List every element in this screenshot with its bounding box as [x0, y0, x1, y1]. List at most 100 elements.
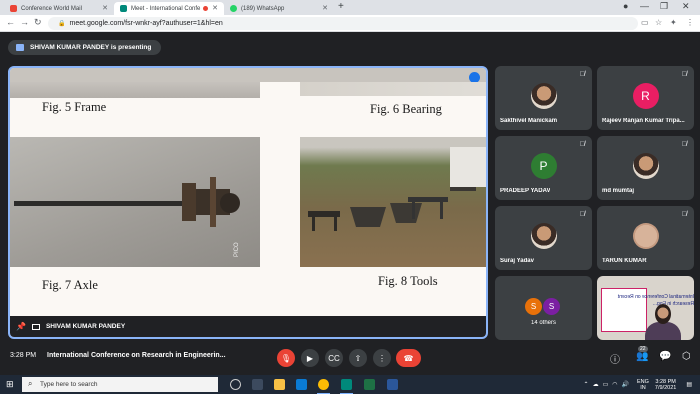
chevron-up-icon[interactable]: ⌃ — [584, 381, 589, 388]
tools-drawing — [308, 147, 486, 231]
language-indicator[interactable]: ENG IN — [637, 379, 649, 391]
close-icon[interactable]: ✕ — [322, 4, 328, 12]
participant-tile[interactable]: 🎙̸ TARUN KUMAR — [597, 206, 694, 270]
cortana-icon[interactable] — [230, 379, 241, 390]
frame-photo — [10, 82, 260, 98]
presenter-name: SHIVAM KUMAR PANDEY — [45, 323, 126, 330]
minimize-button[interactable]: — — [640, 1, 649, 11]
avatar — [632, 153, 659, 179]
close-icon[interactable]: ✕ — [102, 4, 108, 12]
taskbar-clock[interactable]: 3:28 PM 7/9/2021 — [655, 379, 676, 391]
activities-icon[interactable]: ⬡ — [682, 351, 691, 362]
meeting-details-icon[interactable]: ⓘ — [610, 351, 620, 366]
conference-card-text: Internatinal Conference on Recent Resear… — [617, 294, 694, 307]
extensions-icon[interactable]: ✦ — [670, 18, 677, 27]
bookmark-star-icon[interactable]: ☆ — [655, 18, 662, 27]
wifi-icon[interactable]: ◠ — [612, 381, 617, 388]
people-icon[interactable]: 👥 — [636, 351, 648, 362]
avatar: S — [543, 298, 560, 315]
others-label: 14 others — [530, 320, 557, 326]
participant-name: PRADEEP YADAV — [500, 188, 551, 194]
present-now-button[interactable]: ⇧ — [349, 349, 367, 367]
captions-button[interactable]: CC — [325, 349, 343, 367]
hang-up-button[interactable]: ☎ — [396, 349, 421, 367]
tab-label: (189) WhatsApp — [241, 5, 285, 12]
forward-icon[interactable]: → — [20, 17, 29, 27]
presenting-text: SHIVAM KUMAR PANDEY is presenting — [30, 44, 152, 51]
menu-icon[interactable]: ⋮ — [686, 18, 694, 27]
presentation-stage[interactable]: Fig. 5 Frame Fig. 6 Bearing PICO Fig. 7 … — [8, 66, 488, 339]
chrome-icon[interactable] — [317, 379, 330, 394]
pin-icon[interactable]: 📌 — [16, 322, 26, 331]
volume-icon[interactable]: 🔊 — [622, 381, 629, 388]
chat-icon[interactable]: 💬 — [659, 351, 671, 362]
tab-label: Conference World Mail — [21, 5, 82, 12]
file-explorer-icon[interactable] — [274, 379, 285, 390]
avatar — [530, 83, 557, 109]
figure-caption: Fig. 5 Frame — [42, 100, 107, 114]
mic-toggle-button[interactable]: 🎙 — [277, 349, 295, 367]
battery-icon[interactable]: ▭ — [603, 381, 609, 388]
excel-icon[interactable] — [364, 379, 375, 390]
onedrive-icon[interactable]: ☁ — [593, 381, 599, 388]
address-bar-row: ← → ↻ 🔒 meet.google.com/fsr-wnkr-ayf?aut… — [0, 15, 700, 32]
tab-whatsapp[interactable]: (189) WhatsApp ✕ — [224, 2, 334, 15]
participant-name: Sakthivel Manickam — [500, 118, 558, 124]
meeting-title: International Conference on Research in … — [47, 352, 226, 359]
participant-name: TARUN KUMAR — [602, 258, 647, 264]
lock-icon: 🔒 — [58, 21, 66, 27]
bearing-photo — [300, 82, 486, 96]
figure-caption: Fig. 8 Tools — [378, 274, 438, 288]
mic-off-icon: 🎙̸ — [681, 71, 687, 78]
figure-caption: Fig. 6 Bearing — [370, 102, 442, 116]
participant-tile[interactable]: 🎙̸ P PRADEEP YADAV — [495, 136, 592, 200]
new-tab-button[interactable]: + — [338, 1, 344, 12]
photo-watermark: PICO — [234, 242, 240, 257]
back-icon[interactable]: ← — [6, 17, 15, 27]
reload-icon[interactable]: ↻ — [34, 17, 42, 28]
participant-name: Rajeev Ranjan Kumar Tripa... — [602, 118, 685, 124]
participant-tile[interactable]: 🎙̸ R Rajeev Ranjan Kumar Tripa... — [597, 66, 694, 130]
windows-taskbar: ⊞ ⌕ Type here to search ⌃ ☁ ▭ ◠ 🔊 ENG IN … — [0, 375, 700, 394]
account-icon[interactable]: ● — [623, 1, 628, 11]
tab-label: Meet - International Confe — [131, 5, 201, 12]
windows-start-icon[interactable]: ⊞ — [6, 379, 14, 390]
close-icon[interactable]: ✕ — [212, 4, 218, 12]
camera-permission-icon[interactable]: ▭ — [641, 18, 649, 27]
url-field[interactable]: 🔒 meet.google.com/fsr-wnkr-ayf?authuser=… — [48, 17, 638, 30]
slide-top-strip — [10, 68, 486, 82]
participant-tile[interactable]: 🎙̸ Sakthivel Manickam — [495, 66, 592, 130]
avatar: R — [632, 83, 659, 109]
tab-mail[interactable]: Conference World Mail ✕ — [4, 2, 114, 15]
mic-off-icon: 🎙̸ — [579, 71, 585, 78]
mic-off-icon: 🎙̸ — [579, 141, 585, 148]
axle-photo: PICO — [10, 137, 260, 267]
participant-tile[interactable]: 🎙̸ md mumtaj — [597, 136, 694, 200]
self-video-tile[interactable]: Internatinal Conference on Recent Resear… — [597, 276, 694, 340]
notifications-icon[interactable]: ▤ — [686, 381, 692, 388]
participant-tile[interactable]: 🎙̸ Suraj Yadav — [495, 206, 592, 270]
meet-app-icon[interactable] — [340, 379, 353, 394]
presenter-footer: 📌 SHIVAM KUMAR PANDEY — [10, 316, 486, 337]
meeting-clock: 3:28 PM — [10, 352, 37, 359]
taskbar-search-input[interactable]: ⌕ Type here to search — [22, 377, 218, 392]
close-window-button[interactable]: ✕ — [682, 1, 690, 12]
others-tile[interactable]: S S 14 others — [495, 276, 592, 340]
search-placeholder: Type here to search — [40, 381, 98, 388]
maximize-button[interactable]: ❐ — [660, 1, 668, 12]
browser-tab-bar: Conference World Mail ✕ Meet - Internati… — [0, 0, 700, 15]
camera-toggle-button[interactable]: ▶ — [301, 349, 319, 367]
more-options-button[interactable]: ⋮ — [373, 349, 391, 367]
avatar: P — [530, 153, 557, 179]
figure-caption: Fig. 7 Axle — [42, 278, 98, 292]
meet-icon — [120, 5, 127, 12]
mic-off-icon: 🎙̸ — [681, 141, 687, 148]
task-view-icon[interactable] — [252, 379, 263, 390]
avatar — [530, 223, 557, 249]
word-icon[interactable] — [387, 379, 398, 390]
store-icon[interactable] — [296, 379, 307, 390]
url-text: meet.google.com/fsr-wnkr-ayf?authuser=1&… — [69, 20, 223, 27]
meeting-controls-bar: 3:28 PM International Conference on Rese… — [0, 342, 700, 374]
whatsapp-icon — [230, 5, 237, 12]
tab-meet[interactable]: Meet - International Confe ✕ — [114, 2, 224, 15]
